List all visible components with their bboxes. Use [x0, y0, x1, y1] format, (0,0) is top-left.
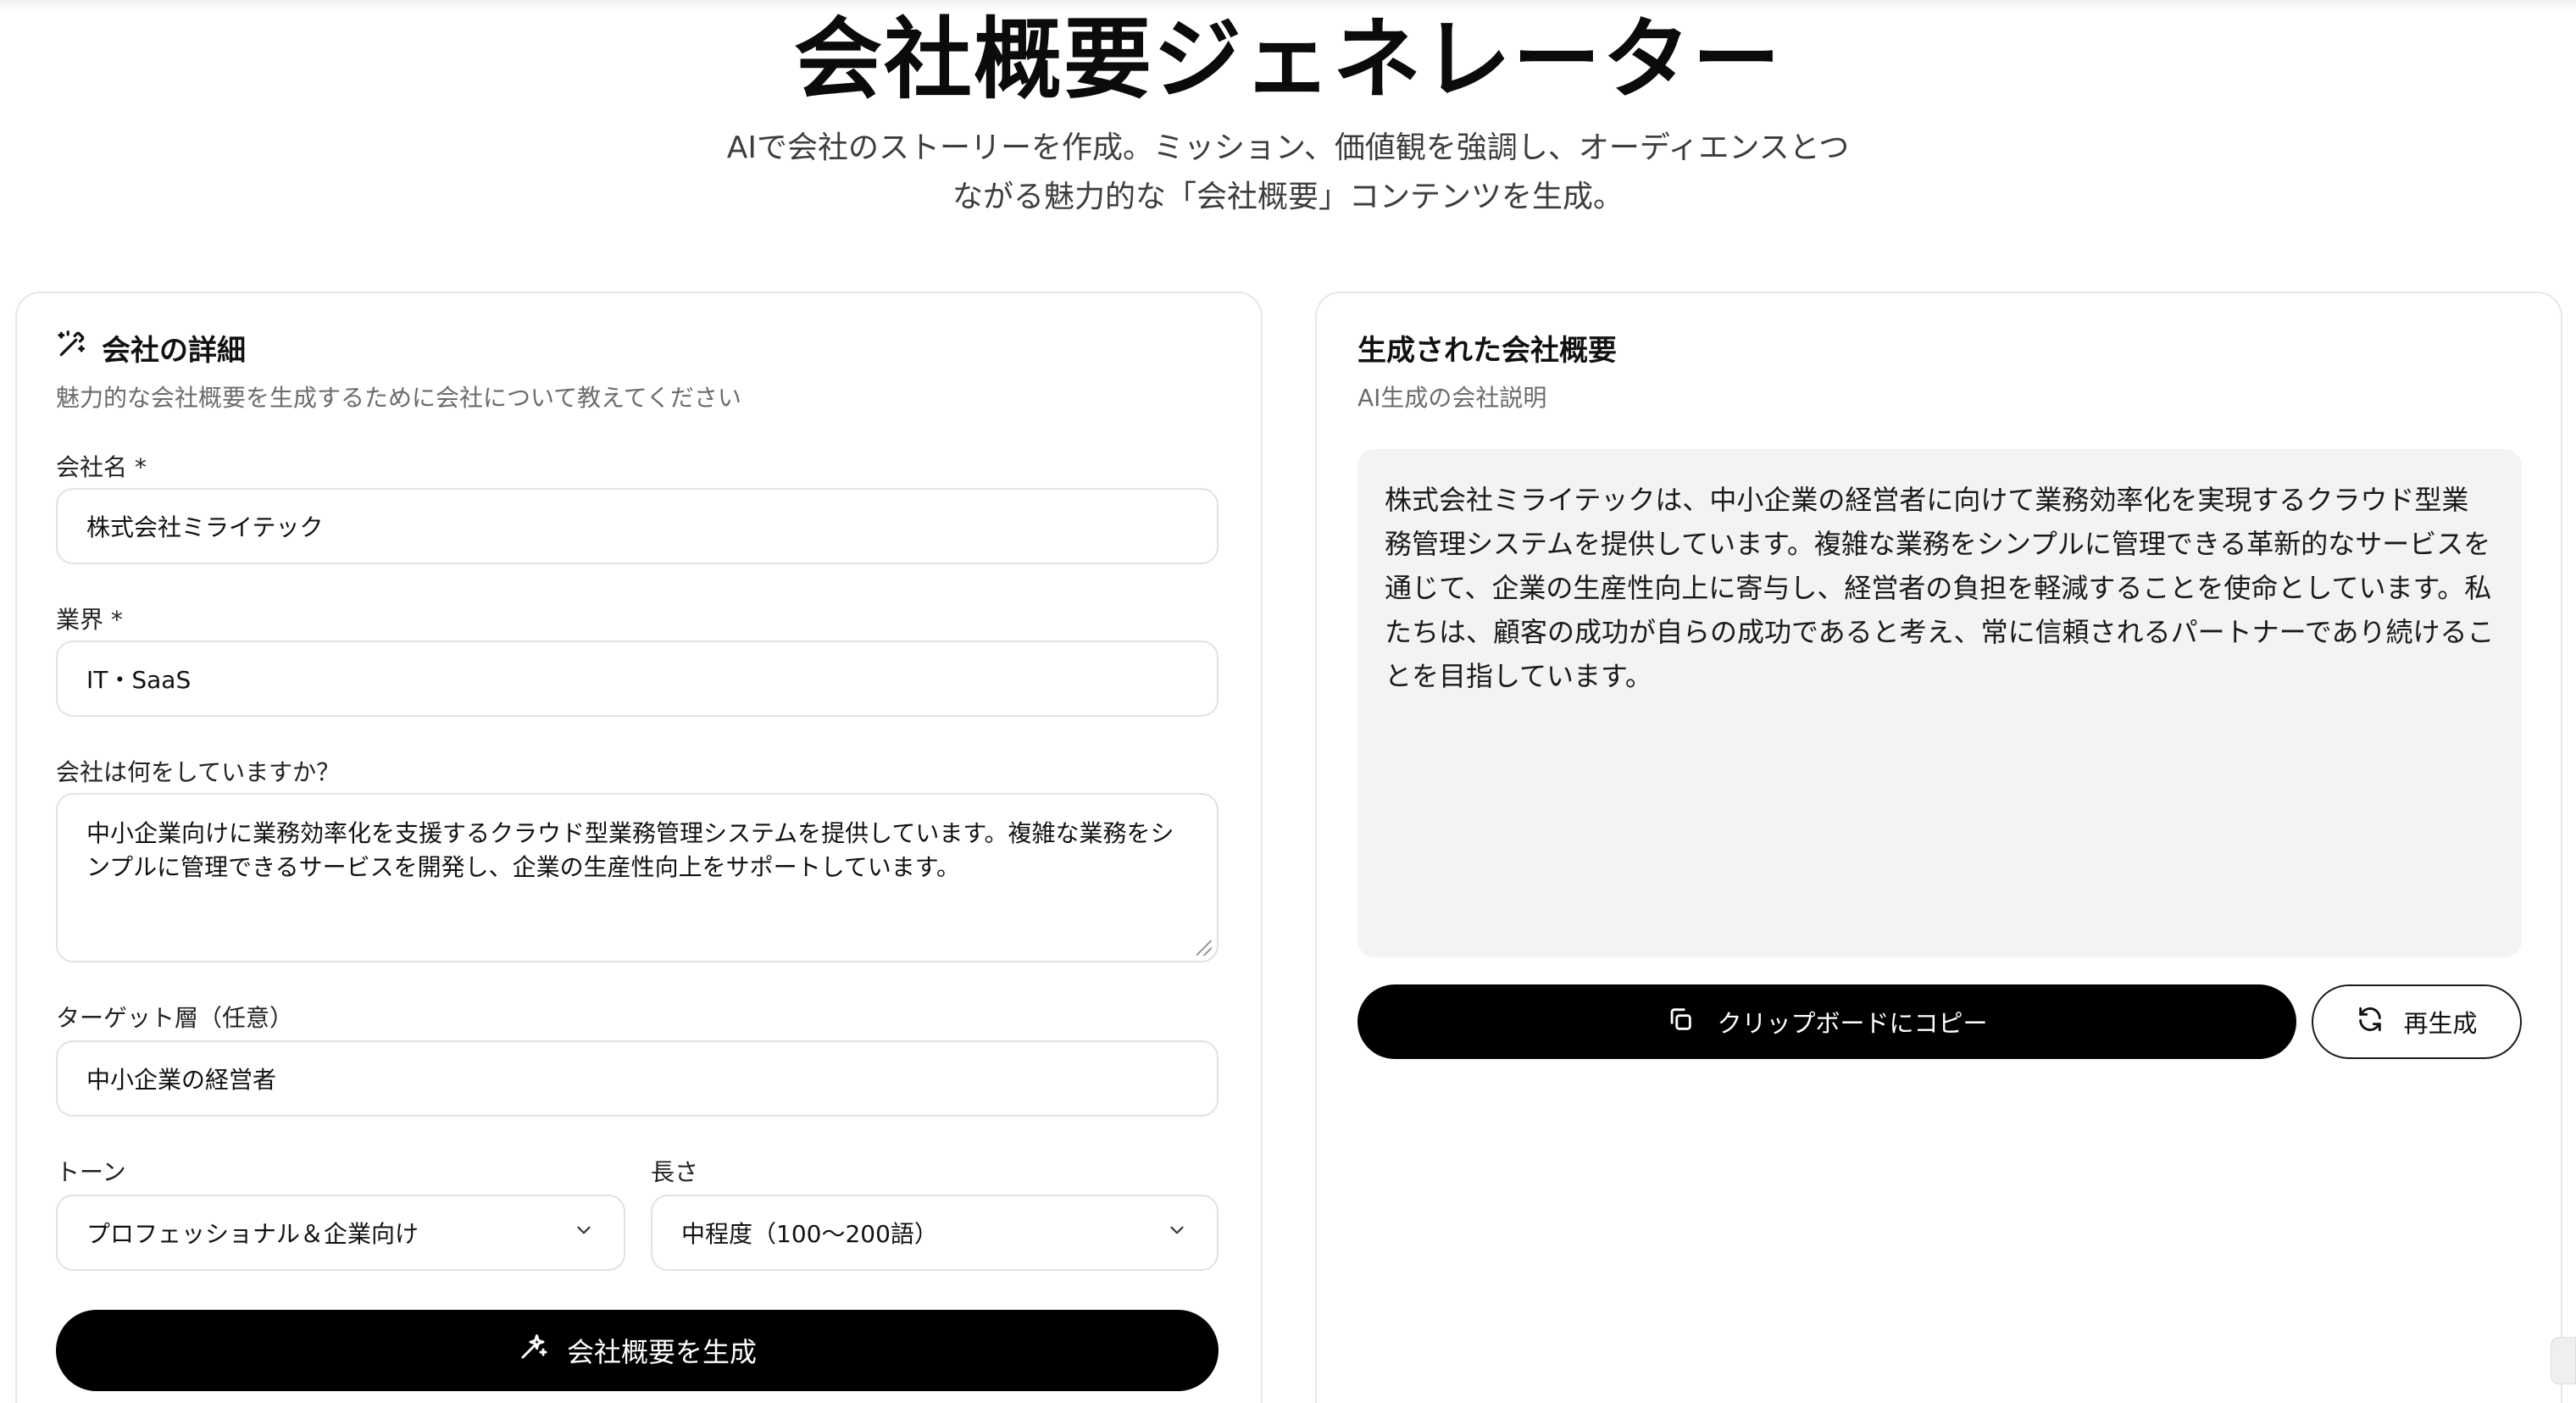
page-subtitle: AIで会社のストーリーを作成。ミッション、価値観を強調し、オーディエンスとつ な… — [695, 124, 1881, 222]
company-details-title: 会社の詳細 — [102, 334, 246, 368]
what-we-do-textarea[interactable]: 中小企業向けに業務効率化を支援するクラウド型業務管理システムを提供しています。複… — [56, 793, 1219, 962]
page: 会社概要ジェネレーター AIで会社のストーリーを作成。ミッション、価値観を強調し… — [0, 0, 2576, 1403]
refresh-icon — [2356, 1005, 2384, 1040]
magic-wand-icon — [56, 328, 88, 368]
target-input[interactable]: 中小企業の経営者 — [56, 1040, 1219, 1117]
generate-button-label: 会社概要を生成 — [566, 1336, 757, 1368]
copy-to-clipboard-button[interactable]: クリップボードにコピー — [1357, 984, 2296, 1059]
company-name-input[interactable]: 株式会社ミライテック — [56, 488, 1219, 564]
target-value: 中小企業の経営者 — [86, 1066, 277, 1094]
regenerate-button-label: 再生成 — [2403, 1009, 2478, 1038]
resize-handle[interactable] — [1196, 940, 1212, 956]
industry-value: IT・SaaS — [86, 666, 192, 694]
copy-icon — [1666, 1005, 1695, 1040]
copy-button-label: クリップボードにコピー — [1717, 1009, 1988, 1038]
chevron-down-icon — [573, 1219, 595, 1247]
chevron-down-icon — [1166, 1219, 1188, 1247]
output-title: 生成された会社概要 — [1357, 334, 1617, 368]
industry-label: 業界 * — [56, 606, 123, 634]
regenerate-button[interactable]: 再生成 — [2312, 984, 2522, 1059]
subtitle-line-2: ながる魅力的な「会社概要」コンテンツを生成。 — [952, 180, 1624, 214]
length-label: 長さ — [651, 1158, 699, 1186]
length-select[interactable]: 中程度（100〜200語） — [651, 1195, 1219, 1271]
company-details-heading: 会社の詳細 — [56, 327, 246, 369]
industry-input[interactable]: IT・SaaS — [56, 640, 1219, 717]
company-name-label: 会社名 * — [56, 453, 147, 481]
subtitle-line-1: AIで会社のストーリーを作成。ミッション、価値観を強調し、オーディエンスとつ — [726, 130, 1850, 165]
tone-value: プロフェッショナル＆企業向け — [86, 1220, 419, 1248]
tone-label: トーン — [56, 1158, 126, 1186]
company-details-description: 魅力的な会社概要を生成するために会社について教えてください — [56, 384, 741, 412]
scrollbar-thumb[interactable] — [2551, 1337, 2576, 1384]
sparkles-icon — [518, 1332, 548, 1369]
output-heading: 生成された会社概要 — [1357, 327, 1617, 369]
what-we-do-value: 中小企業向けに業務効率化を支援するクラウド型業務管理システムを提供しています。複… — [86, 819, 1174, 881]
generate-button[interactable]: 会社概要を生成 — [56, 1310, 1219, 1391]
page-title: 会社概要ジェネレーター — [793, 8, 1782, 111]
length-value: 中程度（100〜200語） — [681, 1220, 938, 1248]
generated-text-box: 株式会社ミライテックは、中小企業の経営者に向けて業務効率化を実現するクラウド型業… — [1357, 449, 2522, 957]
target-label: ターゲット層（任意） — [56, 1004, 294, 1032]
output-description: AI生成の会社説明 — [1357, 384, 1547, 412]
tone-select[interactable]: プロフェッショナル＆企業向け — [56, 1195, 625, 1271]
company-name-value: 株式会社ミライテック — [86, 513, 324, 541]
generated-text: 株式会社ミライテックは、中小企業の経営者に向けて業務効率化を実現するクラウド型業… — [1385, 484, 2495, 692]
what-we-do-label: 会社は何をしていますか？ — [56, 758, 341, 786]
